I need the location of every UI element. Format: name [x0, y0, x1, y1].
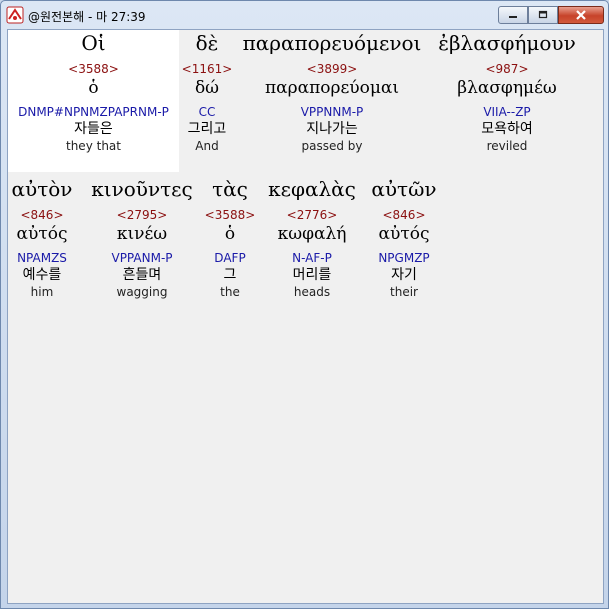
- english-gloss: reviled: [486, 139, 528, 153]
- strong-number: <1161>: [181, 62, 233, 76]
- word-entry[interactable]: παραπορευόμενοι <3899> παραπορεύομαι VPP…: [240, 30, 424, 154]
- greek-word: αὐτῶν: [371, 177, 437, 201]
- maximize-button[interactable]: [528, 6, 558, 24]
- morphology-code: VPPANM-P: [111, 251, 173, 265]
- morphology-code: DAFP: [214, 251, 246, 265]
- word-entry[interactable]: κεφαλὰς <2776> κωφαλή N-AF-P 머리를 heads: [262, 176, 362, 300]
- greek-word: δὲ: [195, 31, 219, 55]
- korean-gloss: 자기: [391, 267, 417, 283]
- strong-number: <846>: [382, 208, 426, 222]
- english-gloss: the: [220, 285, 240, 299]
- word-entry[interactable]: αὐτῶν <846> αὐτός NPGMZP 자기 their: [366, 176, 442, 300]
- minimize-icon: [509, 16, 517, 18]
- lemma: αὐτός: [16, 224, 68, 244]
- morphology-code: NPGMZP: [378, 251, 430, 265]
- greek-word: Οἱ: [81, 31, 106, 55]
- strong-number: <3588>: [204, 208, 256, 222]
- greek-word: ἐβλασφήμουν: [438, 31, 576, 55]
- strong-number: <846>: [20, 208, 64, 222]
- korean-gloss: 지나가는: [306, 121, 358, 137]
- morphology-code: N-AF-P: [292, 251, 332, 265]
- lemma: δώ: [194, 78, 220, 98]
- korean-gloss: 흔들며: [122, 267, 162, 283]
- maximize-icon: [538, 10, 548, 19]
- lemma: βλασφημέω: [457, 78, 557, 98]
- greek-word: τὰς: [212, 177, 248, 201]
- korean-gloss: 예수를: [22, 267, 62, 283]
- strong-number: <3899>: [306, 62, 358, 76]
- strong-number: <2795>: [116, 208, 168, 222]
- korean-gloss: 그리고: [187, 121, 227, 137]
- english-gloss: their: [390, 285, 418, 299]
- greek-word: κεφαλὰς: [268, 177, 356, 201]
- english-gloss: heads: [293, 285, 331, 299]
- lemma: ὁ: [88, 78, 99, 98]
- app-logo-icon: [6, 6, 24, 24]
- word-entry[interactable]: ἐβλασφήμουν <987> βλασφημέω VIIA--ZP 모욕하…: [434, 30, 580, 154]
- greek-word: κινοῦντες: [91, 177, 193, 201]
- morphology-code: VPPNNM-P: [300, 105, 364, 119]
- window-controls: [498, 6, 604, 24]
- minimize-button[interactable]: [498, 6, 528, 24]
- title-bar[interactable]: @원전본해 - 마 27:39: [1, 1, 608, 29]
- morphology-code: NPAMZS: [17, 251, 67, 265]
- morphology-code: DNMP#NPNMZPAPRNM-P: [18, 105, 169, 119]
- close-button[interactable]: [558, 6, 604, 24]
- english-gloss: And: [195, 139, 219, 153]
- window-title: @원전본해 - 마 27:39: [28, 10, 146, 24]
- morphology-code: CC: [198, 105, 216, 119]
- word-entry[interactable]: τὰς <3588> ὁ DAFP 그 the: [204, 176, 256, 300]
- app-window: @원전본해 - 마 27:39 Οἱ <3588> ὁ DNMP#NPNMZPA…: [0, 0, 609, 609]
- lemma: κωφαλή: [277, 224, 347, 244]
- lemma: αὐτός: [378, 224, 430, 244]
- greek-word: αὐτὸν: [11, 177, 73, 201]
- lemma: παραπορεύομαι: [264, 78, 400, 98]
- word-entry[interactable]: αὐτὸν <846> αὐτός NPAMZS 예수를 him: [8, 176, 76, 300]
- strong-number: <3588>: [68, 62, 119, 76]
- english-gloss: wagging: [116, 285, 168, 299]
- english-gloss: him: [30, 285, 54, 299]
- korean-gloss: 그: [223, 267, 237, 283]
- word-entry[interactable]: δὲ <1161> δώ CC 그리고 And: [180, 30, 234, 154]
- strong-number: <987>: [485, 62, 529, 76]
- morphology-code: VIIA--ZP: [483, 105, 531, 119]
- close-icon: [576, 10, 586, 20]
- english-gloss: passed by: [301, 139, 363, 153]
- strong-number: <2776>: [286, 208, 338, 222]
- word-entry[interactable]: κινοῦντες <2795> κινέω VPPANM-P 흔들며 wagg…: [86, 176, 198, 300]
- greek-word: παραπορευόμενοι: [242, 31, 422, 55]
- lemma: ὁ: [224, 224, 236, 244]
- korean-gloss: 모욕하여: [481, 121, 533, 137]
- korean-gloss: 자들은: [74, 121, 113, 137]
- word-entry-selected[interactable]: Οἱ <3588> ὁ DNMP#NPNMZPAPRNM-P 자들은 they …: [8, 30, 179, 172]
- lemma: κινέω: [116, 224, 168, 244]
- interlinear-view: Οἱ <3588> ὁ DNMP#NPNMZPAPRNM-P 자들은 they …: [7, 29, 604, 604]
- korean-gloss: 머리를: [292, 267, 332, 283]
- english-gloss: they that: [66, 139, 121, 153]
